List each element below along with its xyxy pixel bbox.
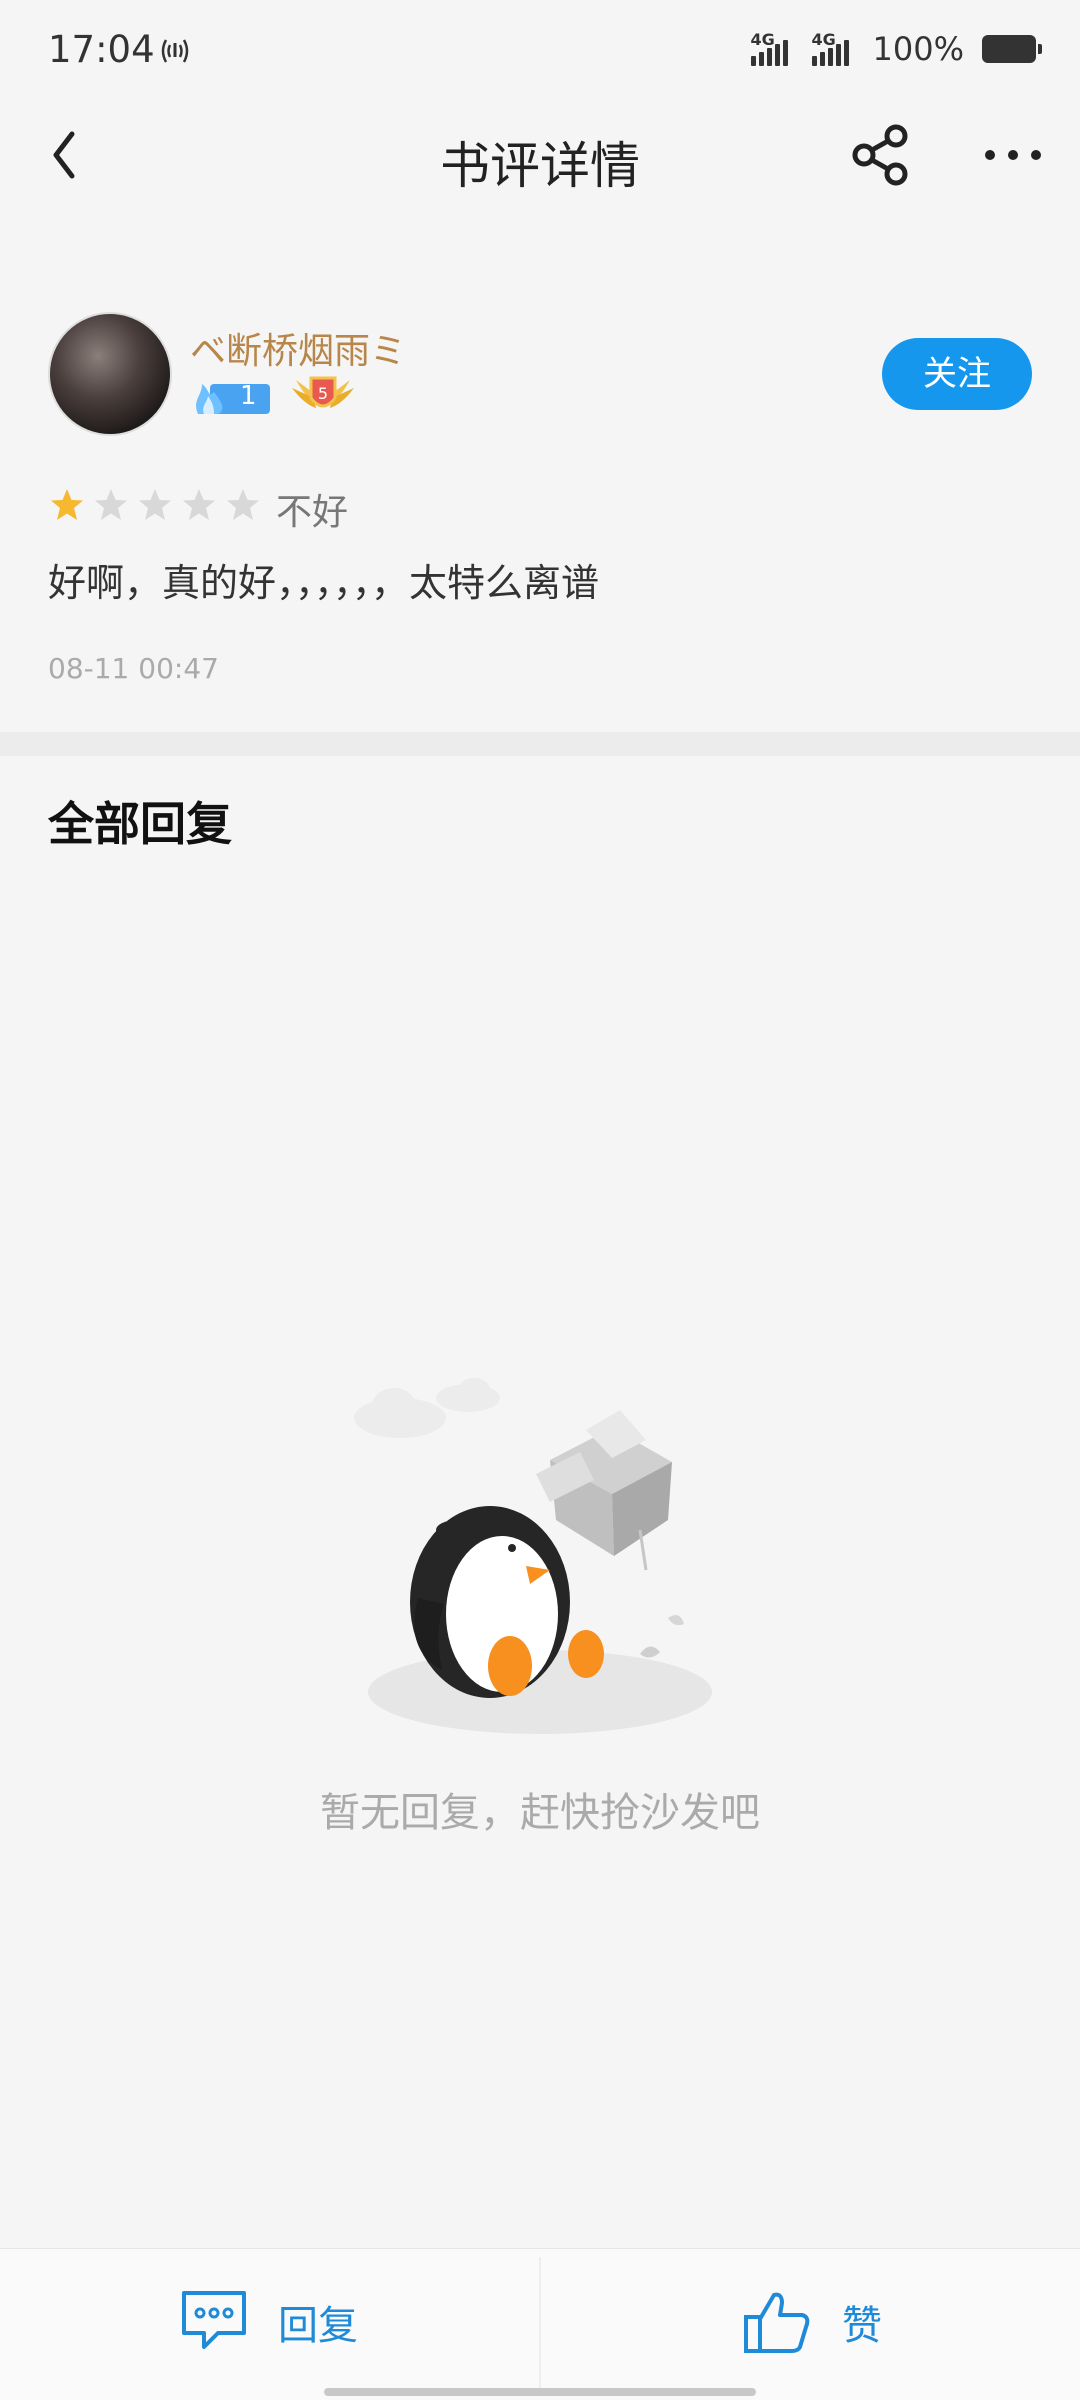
reply-button[interactable]: 回复 (178, 2287, 358, 2357)
empty-penguin-illustration (354, 1378, 712, 1734)
review-timestamp: 08-11 00:47 (48, 652, 219, 685)
fire-level-badge-icon (196, 384, 270, 414)
rating-stars (50, 488, 260, 522)
star-empty-icon (183, 489, 215, 520)
replies-section-title: 全部回复 (48, 797, 232, 851)
star-empty-icon (95, 489, 127, 520)
follow-button[interactable]: 关注 (882, 338, 1032, 410)
reply-label: 回复 (278, 2303, 358, 2349)
home-indicator[interactable] (324, 2388, 756, 2396)
bottom-action-bar: 回复 赞 (0, 2248, 1080, 2400)
review-card: ベ断桥烟雨ミ 1 5 关注 不好 好啊，真的好，，，，，，太特么离谱 08-11… (0, 290, 1080, 730)
status-right: 4G 4G 100% (750, 30, 1042, 68)
battery-percent: 100% (872, 30, 964, 68)
star-filled-icon (51, 489, 83, 520)
section-divider (0, 732, 1080, 756)
status-time: 17:04 (48, 28, 155, 71)
medal-badge-icon: 5 (292, 376, 354, 408)
like-label: 赞 (842, 2303, 882, 2349)
bottom-bar-separator (539, 2257, 541, 2393)
star-empty-icon (139, 489, 171, 520)
comment-icon (182, 2291, 246, 2349)
page: 17:04 4G 4G 100% 书评详情 ベ断桥烟雨ミ 1 5 关注 不好 好… (0, 0, 1080, 2400)
status-bar: 17:04 4G 4G 100% (0, 0, 1080, 100)
share-icon[interactable] (848, 122, 914, 188)
hotspot-icon (161, 39, 189, 63)
signal-icon: 4G (750, 30, 788, 66)
more-icon[interactable] (980, 122, 1046, 188)
review-content: 好啊，真的好，，，，，，太特么离谱 (48, 561, 600, 605)
network-type-label: 4G (750, 30, 775, 49)
empty-state-text: 暂无回复，赶快抢沙发吧 (320, 1790, 760, 1836)
star-empty-icon (227, 489, 259, 520)
username[interactable]: ベ断桥烟雨ミ (190, 322, 406, 374)
battery-icon (982, 35, 1042, 63)
page-title: 书评详情 (440, 137, 640, 195)
medal-level-number: 5 (318, 384, 328, 403)
fire-level-number: 1 (240, 381, 257, 411)
avatar[interactable] (48, 312, 172, 436)
thumbs-up-icon (744, 2292, 810, 2353)
signal-icon: 4G (811, 30, 849, 66)
nav-bar: 书评详情 (0, 100, 1080, 210)
like-button[interactable]: 赞 (742, 2287, 882, 2357)
rating-label: 不好 (276, 492, 349, 533)
network-type-label: 4G (811, 30, 836, 49)
